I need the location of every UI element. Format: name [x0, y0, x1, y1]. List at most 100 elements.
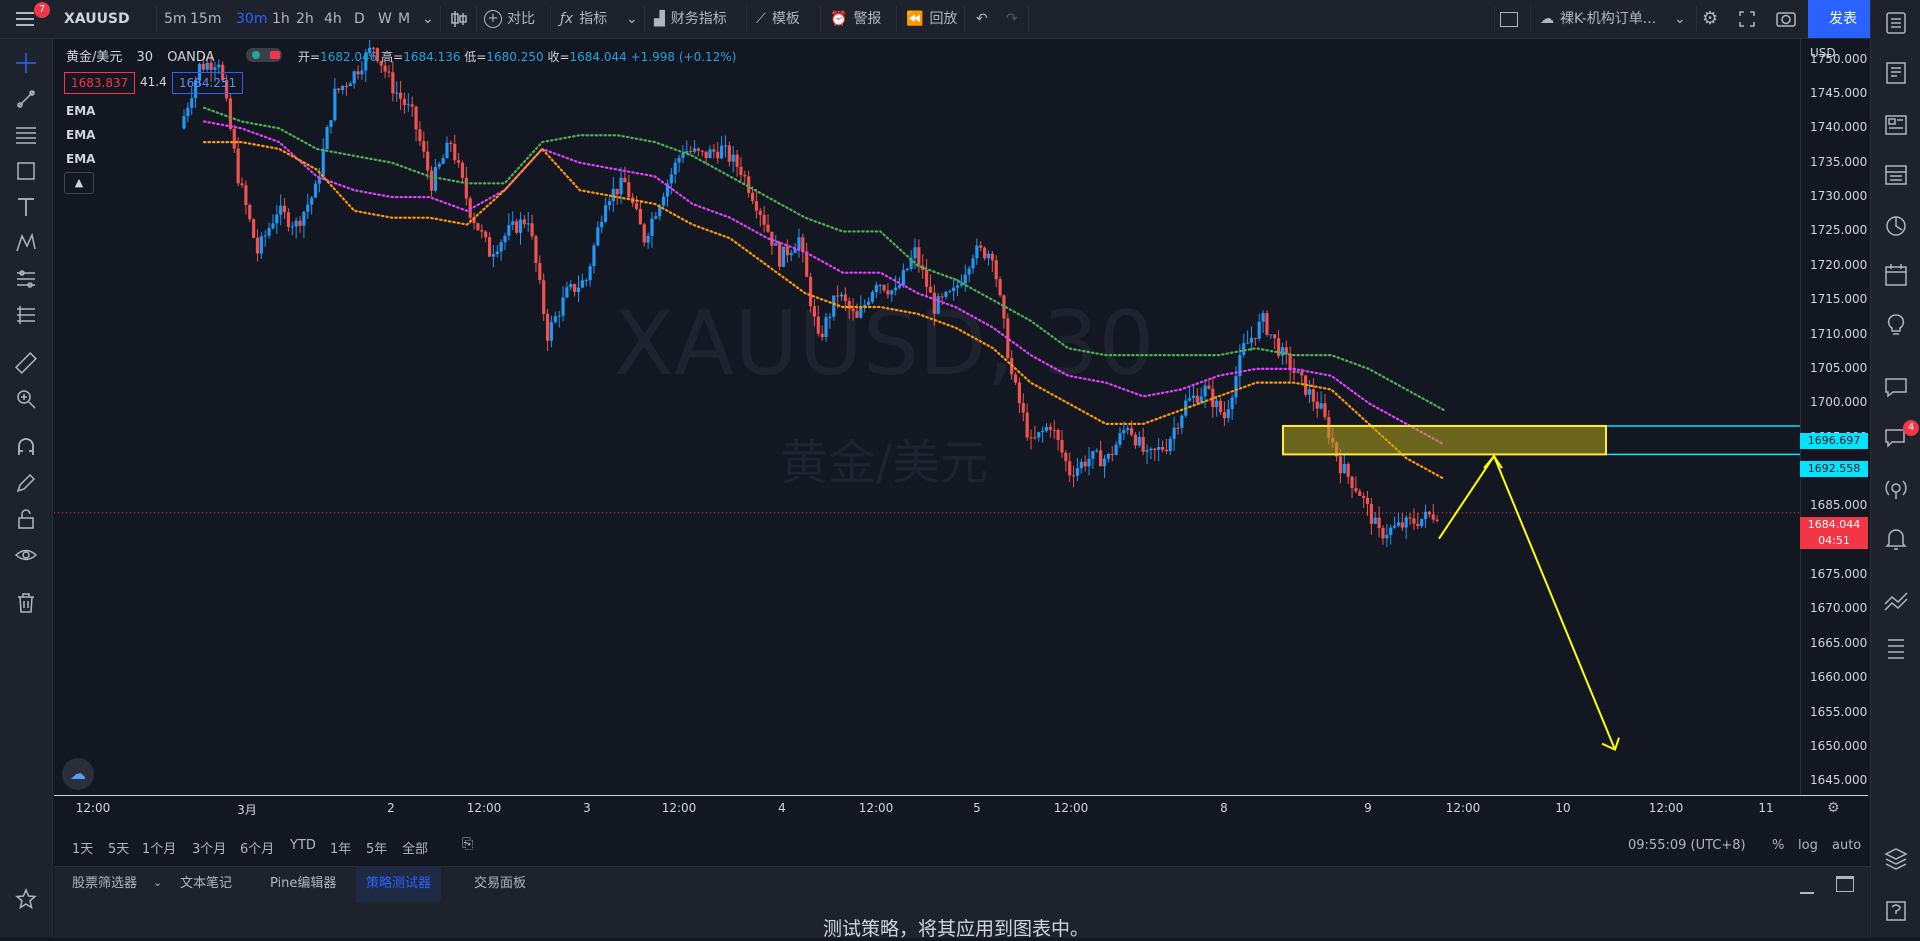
calendar-list-icon[interactable] [1883, 60, 1909, 86]
undo-icon[interactable]: ↶ [976, 0, 988, 38]
range-0[interactable]: 1天 [72, 838, 93, 857]
data-window-icon[interactable] [1883, 162, 1909, 188]
bottom-tab-1[interactable]: 文本笔记 [170, 866, 242, 902]
hotlist-icon[interactable] [1883, 212, 1909, 238]
indicator-legend-ema-2[interactable]: EMA [66, 128, 95, 142]
layers-icon[interactable] [1883, 846, 1909, 872]
symbol-legend[interactable]: 黄金/美元 30 OANDA [66, 46, 215, 65]
range-4[interactable]: 6个月 [240, 838, 274, 857]
minimize-panel-icon[interactable] [1800, 874, 1814, 894]
icon-tool-icon[interactable] [14, 303, 38, 327]
chat-icon[interactable] [1883, 374, 1909, 400]
trend-line-icon[interactable] [14, 87, 38, 111]
bottom-tab-3[interactable]: 策略测试器 [356, 866, 442, 902]
layout-dropdown-icon[interactable]: ⌄ [1674, 0, 1686, 38]
pattern-tool-icon[interactable] [14, 231, 38, 255]
indicators-button[interactable]: ƒx 指标 [560, 0, 607, 38]
timeframe-30m[interactable]: 30m [236, 0, 267, 38]
sell-price-button[interactable]: 1683.837 [64, 72, 136, 94]
goto-date-icon[interactable]: ⎘ [462, 836, 473, 852]
cloud-sync-icon[interactable]: ☁ [62, 758, 94, 790]
candle-body [569, 284, 573, 288]
range-1[interactable]: 5天 [108, 838, 129, 857]
chart-trend-icon[interactable] [1883, 588, 1909, 614]
alert-button[interactable]: ⏰ 警报 [830, 0, 881, 38]
auto-scale-toggle[interactable]: auto [1832, 838, 1861, 853]
calendar-icon[interactable] [1883, 262, 1909, 288]
timeframe-5m[interactable]: 5m [164, 0, 187, 38]
range-8[interactable]: 全部 [402, 838, 428, 857]
candle-body [337, 88, 341, 90]
screener-dropdown-icon[interactable]: ⌄ [153, 876, 162, 889]
maximize-panel-icon[interactable] [1836, 876, 1854, 892]
bottom-tab-2[interactable]: Pine编辑器 [260, 866, 346, 902]
indicators-dropdown-icon[interactable]: ⌄ [626, 0, 638, 38]
close-label: 收= [547, 50, 570, 64]
percent-scale-toggle[interactable]: % [1772, 838, 1784, 853]
range-3[interactable]: 3个月 [192, 838, 226, 857]
prediction-tool-icon[interactable] [14, 267, 38, 291]
range-5[interactable]: YTD [290, 838, 316, 853]
help-icon[interactable] [1883, 898, 1909, 924]
chevron-down-icon[interactable]: ⌄ [422, 0, 434, 38]
collapse-legend-chevron-up-icon[interactable]: ▲ [64, 172, 94, 194]
range-6[interactable]: 1年 [330, 838, 351, 857]
range-2[interactable]: 1个月 [142, 838, 176, 857]
watchlist-icon[interactable] [1883, 10, 1909, 36]
indicator-legend-ema-3[interactable]: EMA [66, 152, 95, 166]
trash-icon[interactable] [14, 591, 38, 615]
candle-body [248, 204, 252, 220]
alerts-bell-icon[interactable] [1883, 526, 1909, 552]
layout-select-icon[interactable] [1500, 0, 1518, 38]
news-icon[interactable] [1883, 112, 1909, 138]
publish-button[interactable]: 发表 [1808, 0, 1878, 38]
ruler-icon[interactable] [14, 351, 38, 375]
replay-button[interactable]: ⏪ 回放 [906, 0, 957, 38]
timeframe-1h[interactable]: 1h [272, 0, 290, 38]
candle-body [1408, 517, 1412, 519]
timeframe-D[interactable]: D [354, 0, 365, 38]
menu-icon[interactable] [14, 0, 36, 38]
range-7[interactable]: 5年 [366, 838, 387, 857]
magnet-icon[interactable] [14, 435, 38, 459]
timeframe-W[interactable]: W [378, 0, 392, 38]
crosshair-icon[interactable] [14, 51, 38, 75]
lock-icon[interactable] [14, 507, 38, 531]
rectangle-shape-icon[interactable] [14, 159, 38, 183]
buy-price-button[interactable]: 1684.251 [172, 72, 244, 94]
bar-chart-icon: ▟ [654, 11, 665, 27]
fib-retracement-icon[interactable] [14, 123, 38, 147]
bars-style-icon[interactable] [450, 0, 468, 38]
symbol-search[interactable]: XAUUSD [64, 0, 130, 38]
eye-icon[interactable] [14, 543, 38, 567]
text-tool-icon[interactable] [14, 195, 38, 219]
ideas-lightbulb-icon[interactable] [1883, 312, 1909, 338]
compare-button[interactable]: + 对比 [484, 0, 535, 38]
clock-timezone[interactable]: 09:55:09 (UTC+8) [1628, 838, 1746, 853]
indicator-legend-ema-1[interactable]: EMA [66, 104, 95, 118]
camera-icon[interactable] [1776, 0, 1796, 38]
price-tick-label: 1715.000 [1810, 292, 1868, 307]
financials-button[interactable]: ▟ 财务指标 [654, 0, 727, 38]
templates-button[interactable]: ⟋ 模板 [756, 0, 800, 38]
pine-script-icon[interactable] [1883, 636, 1909, 662]
timeframe-4h[interactable]: 4h [324, 0, 342, 38]
timeframe-2h[interactable]: 2h [296, 0, 314, 38]
zoom-in-icon[interactable] [14, 387, 38, 411]
streams-icon[interactable] [1883, 476, 1909, 502]
open-label: 开= [298, 50, 321, 64]
log-scale-toggle[interactable]: log [1798, 838, 1818, 853]
settings-gear-icon[interactable]: ⚙ [1702, 0, 1718, 38]
timeframe-15m[interactable]: 15m [190, 0, 221, 38]
fullscreen-icon[interactable] [1738, 0, 1756, 38]
redo-icon[interactable]: ↷ [1006, 0, 1018, 38]
bottom-tab-4[interactable]: 交易面板 [464, 866, 536, 902]
timeframe-M[interactable]: M [398, 0, 410, 38]
layout-name-button[interactable]: ☁ 裸K-机构订单... [1540, 0, 1656, 38]
pencil-lock-icon[interactable] [14, 471, 38, 495]
axis-settings-gear-icon[interactable]: ⚙ [1827, 800, 1840, 816]
bottom-tab-0[interactable]: 股票筛选器 [62, 866, 147, 902]
price-chart[interactable]: XAUUSD, 30黄金/美元 [54, 39, 1800, 795]
star-icon[interactable] [14, 887, 38, 911]
candle-body [1056, 430, 1060, 440]
